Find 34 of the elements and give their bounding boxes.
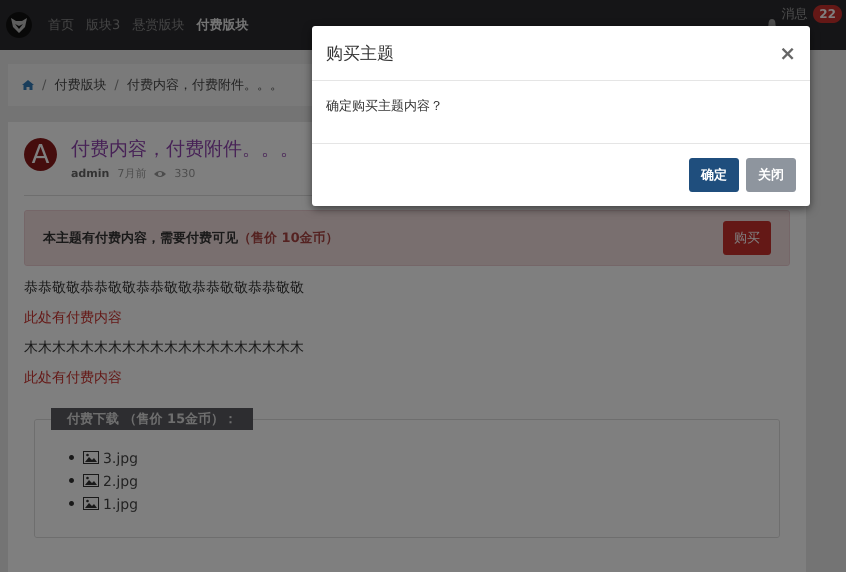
paragraph: 木木木木木木木木木木木木木木木木木木木木	[24, 340, 305, 356]
home-icon[interactable]	[22, 80, 34, 90]
breadcrumb-separator: /	[42, 78, 46, 92]
breadcrumb-separator: /	[114, 78, 119, 92]
image-file-icon	[83, 474, 99, 487]
post-title: 付费内容，付费附件。。。	[71, 137, 299, 162]
bullet-icon	[69, 455, 74, 460]
notice-price: （售价 10金币）	[238, 230, 339, 247]
eye-icon	[154, 170, 166, 178]
notice-text: 本主题有付费内容，需要付费可见	[43, 230, 238, 247]
file-link[interactable]: 1.jpg	[103, 497, 138, 513]
paragraph: 此处有付费内容	[24, 310, 123, 326]
buy-button[interactable]: 购买	[723, 221, 771, 255]
image-file-icon	[83, 451, 99, 464]
file-link[interactable]: 2.jpg	[103, 474, 138, 490]
paragraph: 恭恭敬敬恭恭敬敬恭恭敬敬恭恭敬敬恭恭敬敬	[24, 280, 305, 296]
file-link[interactable]: 3.jpg	[103, 451, 138, 467]
nav-tab[interactable]: 付费版块	[196, 16, 248, 34]
logo-icon[interactable]	[6, 12, 32, 38]
cancel-button[interactable]: 关闭	[746, 158, 796, 192]
breadcrumb-link[interactable]: 付费版块	[54, 76, 106, 94]
paragraph: 此处有付费内容	[24, 370, 123, 386]
confirm-button[interactable]: 确定	[689, 158, 739, 192]
close-button[interactable]: ×	[779, 41, 796, 65]
breadcrumb-link[interactable]: 付费内容，付费附件。。。	[126, 76, 283, 94]
bullet-icon	[69, 501, 74, 506]
dialog-title: 购买主题	[326, 42, 394, 64]
author-name[interactable]: admin	[71, 167, 110, 180]
avatar: A	[24, 138, 57, 171]
bullet-icon	[69, 478, 74, 483]
image-file-icon	[83, 497, 99, 510]
message-count-badge: 22	[813, 5, 842, 23]
dialog-message: 确定购买主题内容？	[326, 99, 443, 114]
download-legend: 付费下载 （售价 15金币）：	[51, 408, 254, 430]
